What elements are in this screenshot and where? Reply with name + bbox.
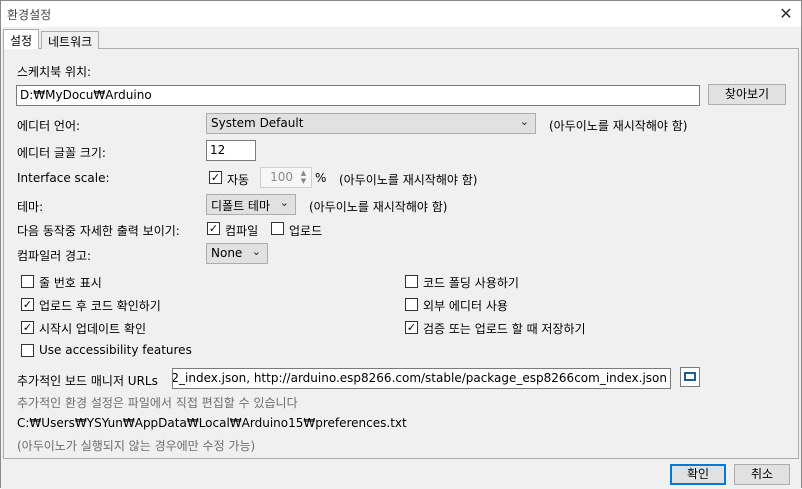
verify-after-upload-checkbox[interactable] [21, 298, 34, 311]
interface-scale-spinner[interactable]: 100 ▲ ▼ [260, 167, 312, 188]
window-title: 환경설정 [7, 8, 52, 22]
verbose-upload-label: 업로드 [289, 224, 323, 238]
close-icon[interactable]: ✕ [771, 1, 801, 27]
tab-network[interactable]: 네트워크 [41, 31, 100, 50]
check-updates-label: 시작시 업데이트 확인 [39, 322, 146, 336]
board-urls-edit-button[interactable] [680, 367, 700, 387]
external-editor-label: 외부 에디터 사용 [423, 299, 508, 313]
edit-note: (아두이노가 실행되지 않는 경우에만 수정 가능) [17, 439, 256, 453]
font-size-input[interactable]: 12 [206, 140, 256, 161]
save-on-verify-checkbox[interactable] [405, 321, 418, 334]
theme-select[interactable]: 디폴트 테마 ⌄ [206, 194, 296, 215]
board-urls-label: 추가적인 보드 매니저 URLs [17, 374, 158, 388]
verbose-compile-checkbox[interactable] [207, 222, 220, 235]
window-edit-icon [684, 372, 696, 381]
compiler-warnings-value: None [211, 246, 243, 260]
editor-language-label: 에디터 언어: [17, 119, 81, 133]
title-bar: 환경설정 ✕ [1, 1, 801, 27]
prefs-file-path[interactable]: C:₩Users₩YSYun₩AppData₩Local₩Arduino15₩p… [17, 416, 407, 430]
theme-label: 테마: [17, 200, 44, 214]
tab-bar: 설정 네트워크 [3, 29, 799, 50]
show-line-numbers-checkbox[interactable] [21, 275, 34, 288]
chevron-down-icon: ⌄ [251, 245, 261, 258]
font-size-label: 에디터 글꼴 크기: [17, 146, 106, 160]
interface-scale-label: Interface scale: [17, 171, 110, 185]
code-folding-checkbox[interactable] [405, 275, 418, 288]
check-updates-checkbox[interactable] [21, 321, 34, 334]
verbose-upload-checkbox[interactable] [271, 222, 284, 235]
tab-settings[interactable]: 설정 [3, 29, 40, 50]
editor-language-note: (아두이노를 재시작해야 함) [549, 119, 688, 133]
verify-after-upload-label: 업로드 후 코드 확인하기 [39, 299, 161, 313]
verbose-output-label: 다음 동작중 자세한 출력 보이기: [17, 224, 180, 238]
tab-network-label: 네트워크 [48, 35, 93, 49]
button-bar: 확인 취소 [1, 459, 801, 489]
chevron-down-icon: ⌄ [519, 115, 529, 128]
spinner-arrows-icon[interactable]: ▲ ▼ [297, 169, 310, 186]
board-urls-value: esp32_index.json, http://arduino.esp8266… [172, 371, 667, 385]
cancel-button[interactable]: 취소 [734, 464, 790, 485]
code-folding-label: 코드 폴딩 사용하기 [423, 276, 519, 290]
accessibility-label: Use accessibility features [39, 343, 192, 357]
interface-scale-auto-label: 자동 [227, 173, 250, 187]
theme-value: 디폴트 테마 [211, 199, 271, 213]
browse-button[interactable]: 찾아보기 [708, 84, 786, 105]
interface-scale-auto-checkbox[interactable] [209, 171, 222, 184]
ok-button[interactable]: 확인 [670, 464, 726, 485]
accessibility-checkbox[interactable] [21, 344, 34, 357]
save-on-verify-label: 검증 또는 업로드 할 때 저장하기 [423, 322, 586, 336]
chevron-down-icon: ⌄ [279, 196, 289, 209]
more-prefs-note: 추가적인 환경 설정은 파일에서 직접 편집할 수 있습니다 [17, 396, 298, 410]
settings-panel: 스케치북 위치: D:₩MyDocu₩Arduino 찾아보기 에디터 언어: … [3, 49, 799, 459]
interface-scale-unit: % [315, 171, 327, 185]
preferences-window: 환경설정 ✕ 설정 네트워크 스케치북 위치: D:₩MyDocu₩Arduin… [0, 0, 802, 489]
board-urls-input[interactable]: esp32_index.json, http://arduino.esp8266… [172, 368, 671, 389]
verbose-compile-label: 컴파일 [225, 224, 259, 238]
tab-settings-label: 설정 [10, 34, 33, 48]
editor-language-select[interactable]: System Default ⌄ [206, 113, 536, 134]
compiler-warnings-select[interactable]: None ⌄ [206, 243, 268, 264]
sketchbook-path-input[interactable]: D:₩MyDocu₩Arduino [16, 85, 700, 106]
sketchbook-label: 스케치북 위치: [17, 65, 92, 79]
interface-scale-note: (아두이노를 재시작해야 함) [339, 173, 478, 187]
interface-scale-value: 100 [270, 170, 293, 184]
theme-note: (아두이노를 재시작해야 함) [309, 200, 448, 214]
show-line-numbers-label: 줄 번호 표시 [39, 276, 102, 290]
external-editor-checkbox[interactable] [405, 298, 418, 311]
editor-language-value: System Default [211, 116, 304, 130]
compiler-warnings-label: 컴파일러 경고: [17, 249, 92, 263]
